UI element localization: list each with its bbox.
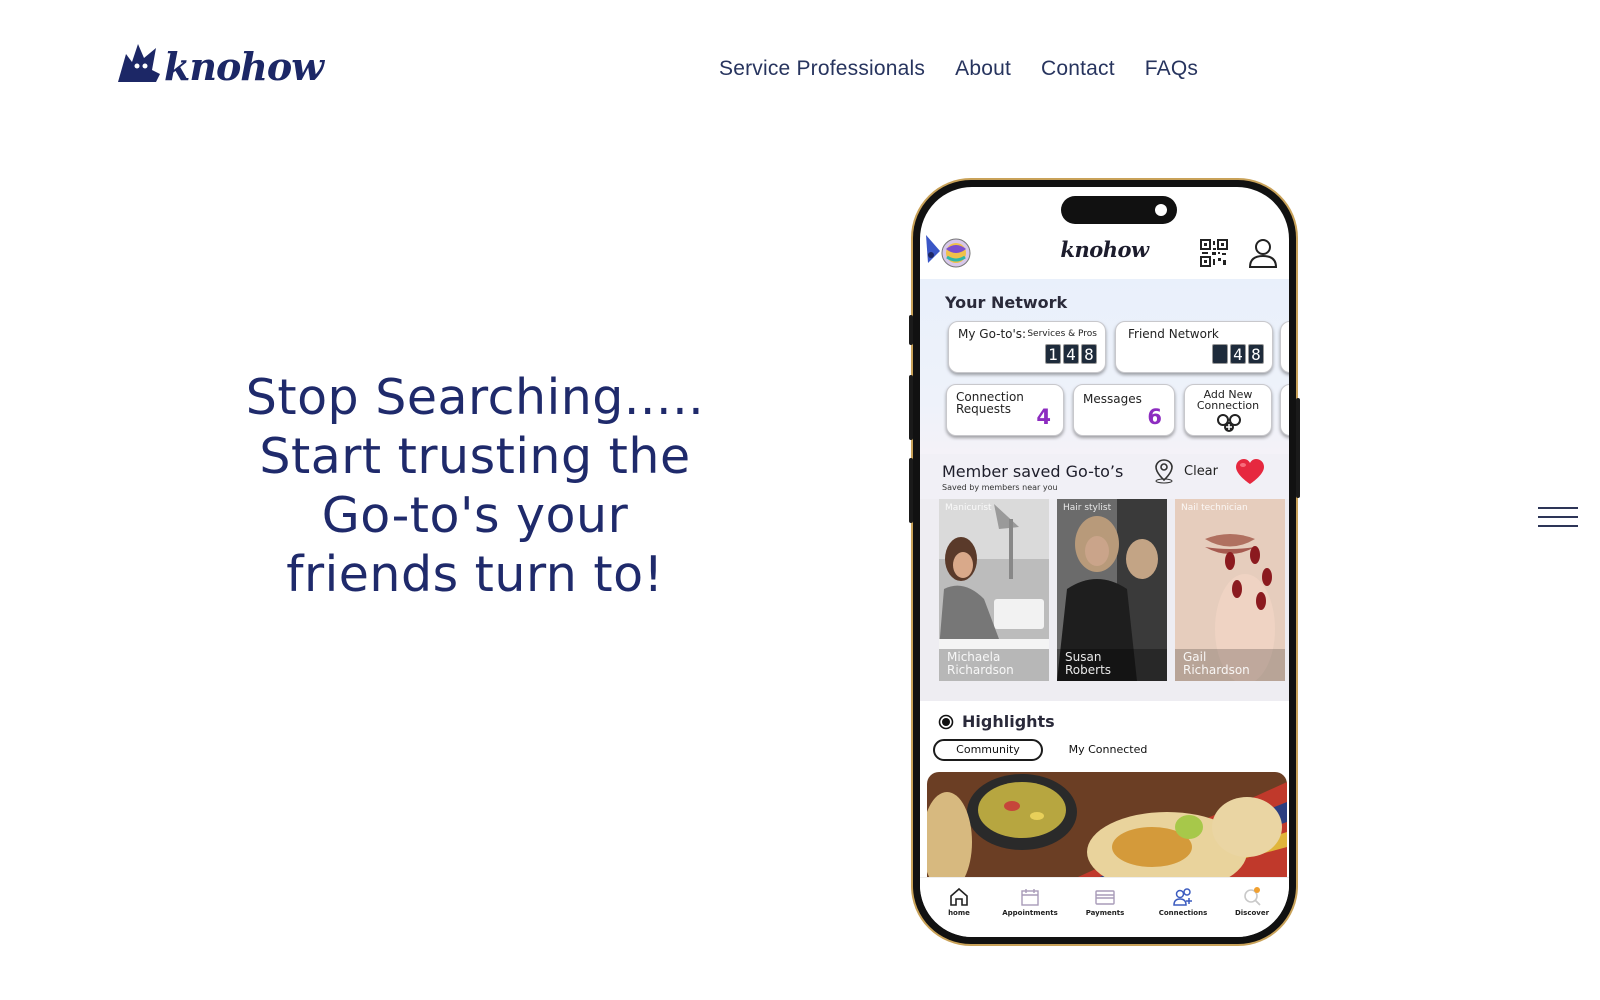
connections-icon [1173, 888, 1192, 906]
hero-headline: Stop Searching..... Start trusting the G… [230, 368, 720, 604]
phone-side-button [909, 315, 913, 345]
menu-hamburger-icon[interactable] [1538, 507, 1578, 529]
friend-network-card[interactable]: Friend Network 4 8 [1115, 321, 1273, 373]
add-connection-label: Add New Connection [1185, 389, 1271, 411]
bottom-nav-appointments-label: Appointments [1002, 909, 1058, 917]
discover-search-icon [1244, 887, 1261, 906]
nav-about[interactable]: About [955, 57, 1011, 81]
highlights-title: Highlights [962, 712, 1055, 731]
qr-code-icon[interactable] [1200, 239, 1228, 267]
pro-card-hair-stylist[interactable]: Hair stylist Susan Roberts [1057, 499, 1167, 681]
add-connection-label-line2: Connection [1196, 399, 1260, 412]
saved-gotos-header: Member saved Go-to’s Saved by members ne… [920, 454, 1289, 499]
bottom-nav-discover-label: Discover [1234, 909, 1270, 917]
pro-name: Michaela Richardson [947, 651, 1014, 677]
network-card-overflow-2[interactable] [1280, 384, 1289, 436]
add-people-icon [1217, 414, 1241, 432]
add-connection-card[interactable]: Add New Connection [1184, 384, 1272, 436]
pro-name-first: Gail [1183, 650, 1207, 664]
bottom-nav-payments[interactable]: Payments [1070, 886, 1140, 917]
pro-name-last: Richardson [1183, 663, 1250, 677]
hero-line-3: Go-to's your [321, 487, 629, 544]
phone-power-button [1296, 398, 1300, 498]
highlight-food-banner[interactable] [927, 772, 1287, 882]
counter-digit: 8 [1248, 344, 1264, 364]
my-gotos-sublabel: Services & Pros [1027, 329, 1097, 339]
bottom-nav-home-label: home [948, 909, 970, 917]
hero-line-2: Start trusting the [259, 428, 691, 485]
pro-card-manicurist[interactable]: Manicurist Michaela Richardson [939, 499, 1049, 681]
pro-name-last: Roberts [1065, 663, 1112, 677]
hero-line-1: Stop Searching..... [245, 369, 705, 426]
saved-pros-strip: Manicurist Michaela Richardson Hair styl… [920, 499, 1289, 701]
counter-digit: 4 [1230, 344, 1246, 364]
phone-mockup: knohow Your Network My Go-to's: Services… [909, 180, 1300, 944]
phone-volume-up [909, 375, 913, 440]
network-title: Your Network [945, 293, 1068, 312]
app-wordmark: knohow [1060, 237, 1149, 262]
bottom-nav-connections[interactable]: Connections [1148, 886, 1218, 917]
saved-gotos-title: Member saved Go-to’s [942, 462, 1124, 481]
pro-role: Nail technician [1181, 503, 1248, 513]
pro-name-last: Richardson [947, 663, 1014, 677]
counter-digit: 8 [1081, 344, 1097, 364]
bottom-nav-appointments[interactable]: Appointments [995, 886, 1065, 917]
nav-faqs[interactable]: FAQs [1145, 57, 1198, 81]
pro-role: Hair stylist [1063, 503, 1112, 513]
counter-digit: 4 [1063, 344, 1079, 364]
app-bottom-nav: home Appointments Payments Connections D… [920, 877, 1289, 937]
counter-digit: 1 [1045, 344, 1061, 364]
highlight-target-icon [938, 714, 954, 730]
network-panel: Your Network My Go-to's: Services & Pros… [920, 279, 1289, 454]
my-gotos-card[interactable]: My Go-to's: Services & Pros 1 4 8 [948, 321, 1106, 373]
pro-name-first: Susan [1065, 650, 1102, 664]
nav-contact[interactable]: Contact [1041, 57, 1115, 81]
bottom-nav-home[interactable]: home [924, 886, 994, 917]
location-pin-icon[interactable] [1153, 458, 1175, 484]
connection-requests-label: Connection Requests [956, 391, 1024, 415]
saved-gotos-subtitle: Saved by members near you [942, 483, 1058, 492]
credit-card-icon [1095, 890, 1115, 905]
crown-mascot-icon [118, 44, 160, 82]
connection-requests-card[interactable]: Connection Requests 4 [946, 384, 1064, 436]
pro-name: Susan Roberts [1065, 651, 1111, 677]
my-gotos-counter: 1 4 8 [1045, 344, 1097, 364]
pro-role: Manicurist [945, 503, 992, 513]
clear-filter-link[interactable]: Clear [1184, 464, 1218, 479]
app-header: knohow [920, 229, 1289, 279]
calendar-icon [1021, 889, 1039, 906]
pro-name-first: Michaela [947, 650, 1001, 664]
food-photo [927, 772, 1287, 882]
connection-requests-label-line2: Requests [956, 402, 1011, 416]
hero-line-4: friends turn to! [286, 546, 664, 603]
bottom-nav-payments-label: Payments [1085, 909, 1125, 917]
connection-requests-count: 4 [1036, 405, 1051, 429]
friend-network-counter: 4 8 [1212, 344, 1264, 364]
tab-my-connected[interactable]: My Connected [1058, 741, 1158, 761]
dynamic-island [1061, 196, 1177, 224]
heart-favorite-icon[interactable] [1234, 458, 1266, 486]
friend-network-label: Friend Network [1128, 327, 1219, 341]
counter-digit [1212, 344, 1228, 364]
bottom-nav-connections-label: Connections [1158, 909, 1208, 917]
messages-card[interactable]: Messages 6 [1073, 384, 1175, 436]
brand-logo[interactable]: knohow [116, 40, 324, 89]
phone-volume-down [909, 458, 913, 523]
pro-name: Gail Richardson [1183, 651, 1250, 677]
my-gotos-label: My Go-to's: [958, 327, 1027, 341]
bottom-nav-discover[interactable]: Discover [1217, 886, 1287, 917]
phone-screen: knohow Your Network My Go-to's: Services… [920, 187, 1289, 937]
home-icon [950, 887, 968, 906]
messages-count: 6 [1147, 405, 1162, 429]
pro-card-nail-technician[interactable]: Nail technician Gail Richardson [1175, 499, 1285, 681]
tab-community[interactable]: Community [933, 739, 1043, 761]
network-card-overflow[interactable] [1280, 321, 1289, 373]
user-profile-icon[interactable] [1248, 237, 1278, 269]
brand-wordmark: knohow [164, 44, 324, 89]
nav-service-professionals[interactable]: Service Professionals [719, 57, 925, 81]
messages-label: Messages [1083, 392, 1142, 406]
main-nav: Service Professionals About Contact FAQs [719, 57, 1198, 81]
